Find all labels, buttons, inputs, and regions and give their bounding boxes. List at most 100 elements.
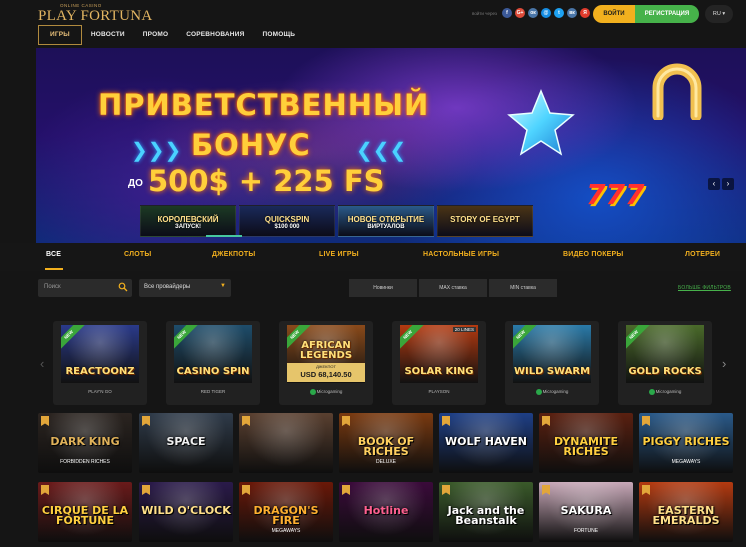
language-value: RU (712, 11, 721, 17)
game-title: CASINO SPIN (176, 366, 250, 377)
featured-game-card[interactable]: NEW AFRICAN LEGENDS ДЖЕКПОТ USD 68,140.50 Mi… (279, 321, 373, 405)
nav-item-help[interactable]: ПОМОЩЬ (253, 25, 304, 45)
new-badge: NEW (61, 325, 85, 351)
featured-game-card[interactable]: NEW GOLD ROCKS Microgaming (618, 321, 712, 405)
game-tile[interactable]: WOLF HAVEN (439, 413, 533, 473)
odnoklassniki-icon[interactable]: ок (528, 8, 538, 18)
provider-name: RED TIGER (200, 389, 226, 394)
tab-lotteries[interactable]: ЛОТЕРЕИ (685, 251, 720, 258)
tab-live-games[interactable]: LIVE ИГРЫ (319, 251, 359, 258)
sort-newest-button[interactable]: Новинки (349, 279, 417, 297)
social-login-icons: f G+ ок @ t вк Я (502, 8, 590, 18)
game-title: AFRICAN LEGENDS (299, 340, 353, 361)
game-thumbnail[interactable]: NEW GOLD ROCKS (626, 325, 704, 383)
banner-thumbnail[interactable]: STORY OF EGYPT (437, 205, 533, 237)
featured-game-card[interactable]: NEW REACTOONZ PLAY'N GO (53, 321, 147, 405)
provider-name: Microgaming (655, 389, 682, 395)
yandex-icon[interactable]: Я (580, 8, 590, 18)
banner-thumbnail[interactable]: НОВОЕ ОТКРЫТИЕ ВИРТУАЛОВ (338, 205, 434, 237)
game-tile[interactable] (239, 413, 333, 473)
game-provider: Microgaming (618, 389, 712, 395)
logo-title: PLAY FORTUNA (38, 8, 153, 24)
banner-thumbnail[interactable]: КОРОЛЕВСКИЙ ЗАПУСК! (140, 205, 236, 237)
vk-icon[interactable]: вк (567, 8, 577, 18)
game-title: SAKURA (560, 504, 612, 517)
nav-item-news[interactable]: НОВОСТИ (82, 25, 134, 45)
featured-game-card[interactable]: NEW CASINO SPIN RED TIGER (166, 321, 260, 405)
tab-jackpots[interactable]: ДЖЕКПОТЫ (212, 251, 255, 258)
game-tile[interactable]: DYNAMITE RICHES (539, 413, 633, 473)
game-tile[interactable]: SPACE (139, 413, 233, 473)
game-title: SOLAR KING (404, 366, 474, 377)
jackpot-label: ДЖЕКПОТ (316, 364, 336, 369)
thumbnail-title: STORY OF EGYPT (450, 215, 520, 224)
search-placeholder: Поиск (44, 284, 61, 290)
provider-name: PLAY'N GO (88, 389, 112, 394)
active-tab-indicator (45, 268, 63, 270)
new-badge: NEW (626, 325, 650, 351)
thumbnail-subtitle: ВИРТУАЛОВ (367, 224, 405, 230)
bookmark-icon (41, 485, 49, 495)
provider-name: Microgaming (316, 389, 343, 395)
tab-table-games[interactable]: НАСТОЛЬНЫЕ ИГРЫ (423, 251, 499, 258)
featured-game-card[interactable]: NEW WILD SWARM Microgaming (505, 321, 599, 405)
game-thumbnail[interactable]: NEW 20 LINES SOLAR KING (400, 325, 478, 383)
carousel-next-icon[interactable]: › (722, 356, 726, 371)
chevron-down-icon: ▾ (722, 11, 726, 17)
game-provider: PLAY'N GO (53, 389, 147, 394)
game-title: GOLD ROCKS (628, 366, 702, 377)
game-title: BOOK OF RICHES (357, 435, 415, 459)
nav-item-tournaments[interactable]: СОРЕВНОВАНИЯ (177, 25, 253, 45)
game-tile[interactable]: DRAGON'S FIRE MEGAWAYS (239, 482, 333, 542)
game-title: PIGGY RICHES (642, 435, 730, 448)
game-thumbnail[interactable]: NEW WILD SWARM (513, 325, 591, 383)
banner-progress-bar (206, 235, 242, 237)
login-button[interactable]: ВОЙТИ (593, 5, 635, 23)
logo[interactable]: ONLINE CASINO PLAY FORTUNA (38, 3, 152, 25)
game-tile[interactable]: Hotline (339, 482, 433, 542)
twitter-icon[interactable]: t (554, 8, 564, 18)
game-tile[interactable]: DARK KING FORBIDDEN RICHES (38, 413, 132, 473)
search-icon[interactable] (118, 282, 128, 292)
game-tile[interactable]: SAKURA FORTUNE (539, 482, 633, 542)
sort-buttons: Новинки MAX ставка MIN ставка (349, 279, 557, 297)
thumbnail-title: НОВОЕ ОТКРЫТИЕ (347, 215, 425, 224)
search-input[interactable]: Поиск (38, 279, 132, 297)
game-tile[interactable]: CIRQUE DE LA FORTUNE (38, 482, 132, 542)
google-plus-icon[interactable]: G+ (515, 8, 525, 18)
mailru-icon[interactable]: @ (541, 8, 551, 18)
sort-max-bet-button[interactable]: MAX ставка (419, 279, 487, 297)
tab-all[interactable]: ВСЕ (46, 251, 61, 258)
tab-video-poker[interactable]: ВИДЕО ПОКЕРЫ (563, 251, 623, 258)
language-select[interactable]: RU ▾ (705, 5, 733, 23)
tab-slots[interactable]: СЛОТЫ (124, 251, 151, 258)
banner-thumbnail[interactable]: QUICKSPIN $100 000 (239, 205, 335, 237)
banner-prev-button[interactable]: ‹ (708, 178, 720, 190)
game-title: DYNAMITE RICHES (553, 435, 619, 459)
nav-item-promo[interactable]: ПРОМО (134, 25, 177, 45)
game-tile[interactable]: EASTERN EMERALDS (639, 482, 733, 542)
game-tile[interactable]: PIGGY RICHES MEGAWAYS (639, 413, 733, 473)
nav-item-games[interactable]: ИГРЫ (38, 25, 82, 45)
sort-min-bet-button[interactable]: MIN ставка (489, 279, 557, 297)
new-badge: NEW (400, 325, 424, 351)
game-thumbnail[interactable]: NEW CASINO SPIN (174, 325, 252, 383)
game-tile[interactable]: WILD O'CLOCK (139, 482, 233, 542)
banner-next-button[interactable]: › (722, 178, 734, 190)
game-thumbnail[interactable]: NEW REACTOONZ (61, 325, 139, 383)
game-tile[interactable]: Jack and the Beanstalk (439, 482, 533, 542)
register-button[interactable]: РЕГИСТРАЦИЯ (635, 5, 699, 23)
game-title: Hotline (363, 504, 409, 517)
game-tile[interactable]: BOOK OF RICHES DELUXE (339, 413, 433, 473)
more-filters-link[interactable]: БОЛЬШЕ ФИЛЬТРОВ (678, 285, 731, 291)
bookmark-icon (642, 416, 650, 426)
carousel-prev-icon[interactable]: ‹ (40, 356, 44, 371)
game-subtitle: MEGAWAYS (671, 459, 701, 465)
provider-select-value: Все провайдеры (144, 284, 191, 290)
promo-banner[interactable]: ПРИВЕТСТВЕННЫЙ ❯❯❯ БОНУС ❮❮❮ ДО 500$ + 2… (36, 48, 746, 243)
provider-select[interactable]: Все провайдеры ▼ (139, 279, 231, 297)
facebook-icon[interactable]: f (502, 8, 512, 18)
slot-777-symbol: 777 (586, 178, 645, 211)
featured-game-card[interactable]: NEW 20 LINES SOLAR KING PLAYSON (392, 321, 486, 405)
game-provider: Microgaming (279, 389, 373, 395)
